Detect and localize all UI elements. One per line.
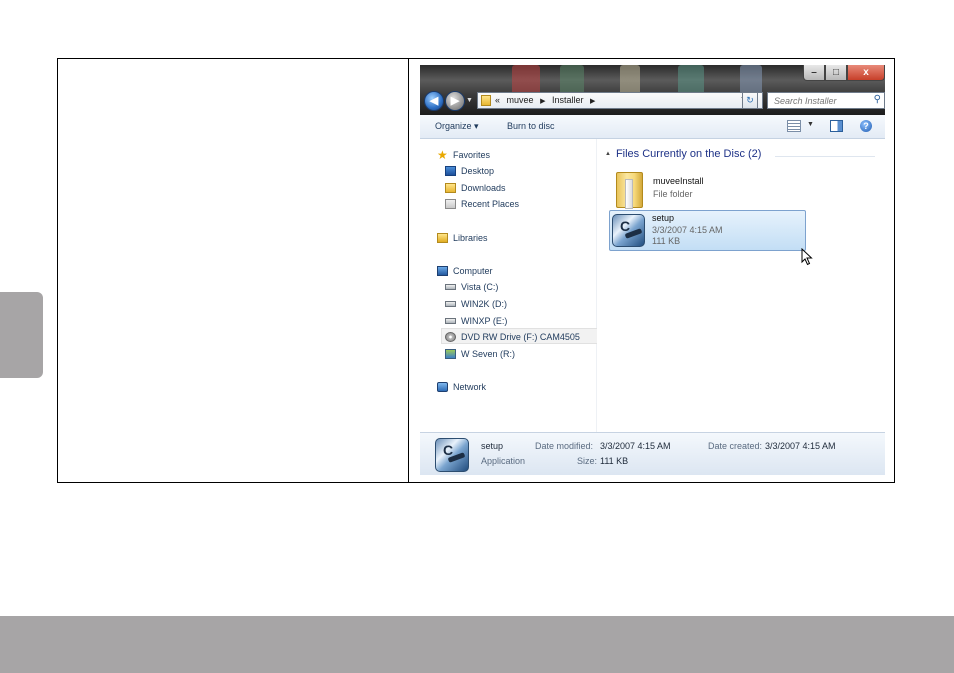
background-blur [620,65,640,95]
breadcrumb-item-muvee[interactable]: muvee [507,95,534,105]
help-icon[interactable]: ? [860,120,872,132]
recent-places-icon [445,199,456,209]
preview-pane-icon[interactable] [830,120,843,132]
nav-item-label: WIN2K (D:) [461,299,507,309]
background-blur [740,65,762,95]
libraries-icon [437,233,448,243]
maximize-button[interactable]: □ [825,65,847,81]
group-divider [775,156,875,157]
nav-item-label: Downloads [461,183,506,193]
file-type: File folder [653,189,693,199]
change-view-icon[interactable] [787,120,801,132]
address-bar[interactable]: « muvee ▶ Installer ▶ ▼ [477,92,763,109]
computer-icon [437,266,448,276]
setup-application-icon [435,438,469,472]
chevron-right-icon[interactable]: ▶ [540,98,545,105]
file-name: muveeInstall [653,176,704,186]
breadcrumb-overflow[interactable]: « [495,95,500,105]
details-pane: setup Application Date modified: 3/3/200… [420,432,885,475]
footer-bar [0,616,954,673]
side-tab [0,292,43,378]
search-box[interactable]: ⚲ [767,92,885,109]
details-size-value: 111 KB [600,456,629,466]
forward-arrow-icon: ▶ [450,95,460,107]
network-icon [437,382,448,392]
nav-item-label: Favorites [453,150,491,160]
nav-item-label: Computer [453,266,493,276]
collapse-triangle-icon[interactable]: ▲ [605,151,611,157]
frame-divider [408,58,409,483]
dvd-drive-icon [445,332,456,342]
details-date-modified-value: 3/3/2007 4:15 AM [600,441,671,451]
group-header[interactable]: ▲ Files Currently on the Disc (2) [605,148,761,160]
nav-item-label: DVD RW Drive (F:) CAM4505 [461,332,580,342]
background-blur [560,65,584,95]
breadcrumb: « muvee ▶ Installer ▶ [495,95,599,105]
search-icon[interactable]: ⚲ [874,94,881,105]
forward-button[interactable]: ▶ [445,91,465,111]
details-file-type: Application [481,456,526,466]
refresh-button[interactable]: ↻ [742,92,758,109]
back-arrow-icon: ◀ [429,95,439,107]
file-list: ▲ Files Currently on the Disc (2) muveeIn… [597,139,885,432]
details-date-created-value: 3/3/2007 4:15 AM [765,441,836,451]
burn-to-disc-button[interactable]: Burn to disc [507,121,555,131]
file-item-setup[interactable]: setup 3/3/2007 4:15 AM 111 KB [609,210,806,251]
details-size-label: Size: [577,456,598,466]
minimize-button[interactable]: – [803,65,825,81]
close-icon: x [863,67,869,78]
refresh-icon: ↻ [746,95,754,105]
hard-drive-icon [445,318,456,324]
nav-item-label: WINXP (E:) [461,316,508,326]
view-options-dropdown-icon[interactable]: ▼ [807,121,814,128]
nav-item-label: Recent Places [461,199,520,209]
nav-item-label: Network [453,382,487,392]
nav-item-label: W Seven (R:) [461,349,516,359]
explorer-window: – □ x ◀ ▶ ▼ « muvee ▶ Installer ▶ ▼ ↻ ⚲ … [420,65,885,475]
minimize-icon: – [811,67,817,78]
file-item-muveeinstall[interactable]: muveeInstall File folder [616,169,796,211]
folder-icon [481,95,491,106]
desktop-icon [445,166,456,176]
network-drive-icon [445,349,456,359]
file-size: 111 KB [652,236,681,246]
folder-icon [616,172,643,209]
nav-item-label: Desktop [461,166,495,176]
hard-drive-icon [445,301,456,307]
breadcrumb-item-installer[interactable]: Installer [552,95,584,105]
star-icon: ★ [437,148,448,162]
close-button[interactable]: x [847,65,885,81]
setup-application-icon [612,214,645,247]
file-name: setup [652,213,675,223]
title-bar: – □ x ◀ ▶ ▼ « muvee ▶ Installer ▶ ▼ ↻ ⚲ [420,65,885,115]
maximize-icon: □ [832,67,840,78]
back-button[interactable]: ◀ [424,91,444,111]
chevron-right-icon[interactable]: ▶ [590,98,595,105]
recent-pages-dropdown-icon[interactable]: ▼ [466,97,473,104]
command-bar: Organize ▾ Burn to disc ▼ ? [420,115,885,139]
downloads-icon [445,183,456,193]
nav-item-label: Vista (C:) [461,282,499,292]
group-header-label: Files Currently on the Disc (2) [615,148,762,160]
details-date-modified-label: Date modified: [535,441,594,451]
details-file-name: setup [481,441,504,451]
search-input[interactable] [768,93,874,108]
organize-button[interactable]: Organize ▾ [435,121,479,132]
hard-drive-icon [445,284,456,290]
details-date-created-label: Date created: [708,441,763,451]
nav-item-label: Libraries [453,233,488,243]
background-blur [678,65,704,95]
navigation-pane: ★ Favorites Desktop Downloads Recent Pla… [420,139,599,432]
file-date: 3/3/2007 4:15 AM [652,225,723,235]
background-blur [512,65,540,95]
